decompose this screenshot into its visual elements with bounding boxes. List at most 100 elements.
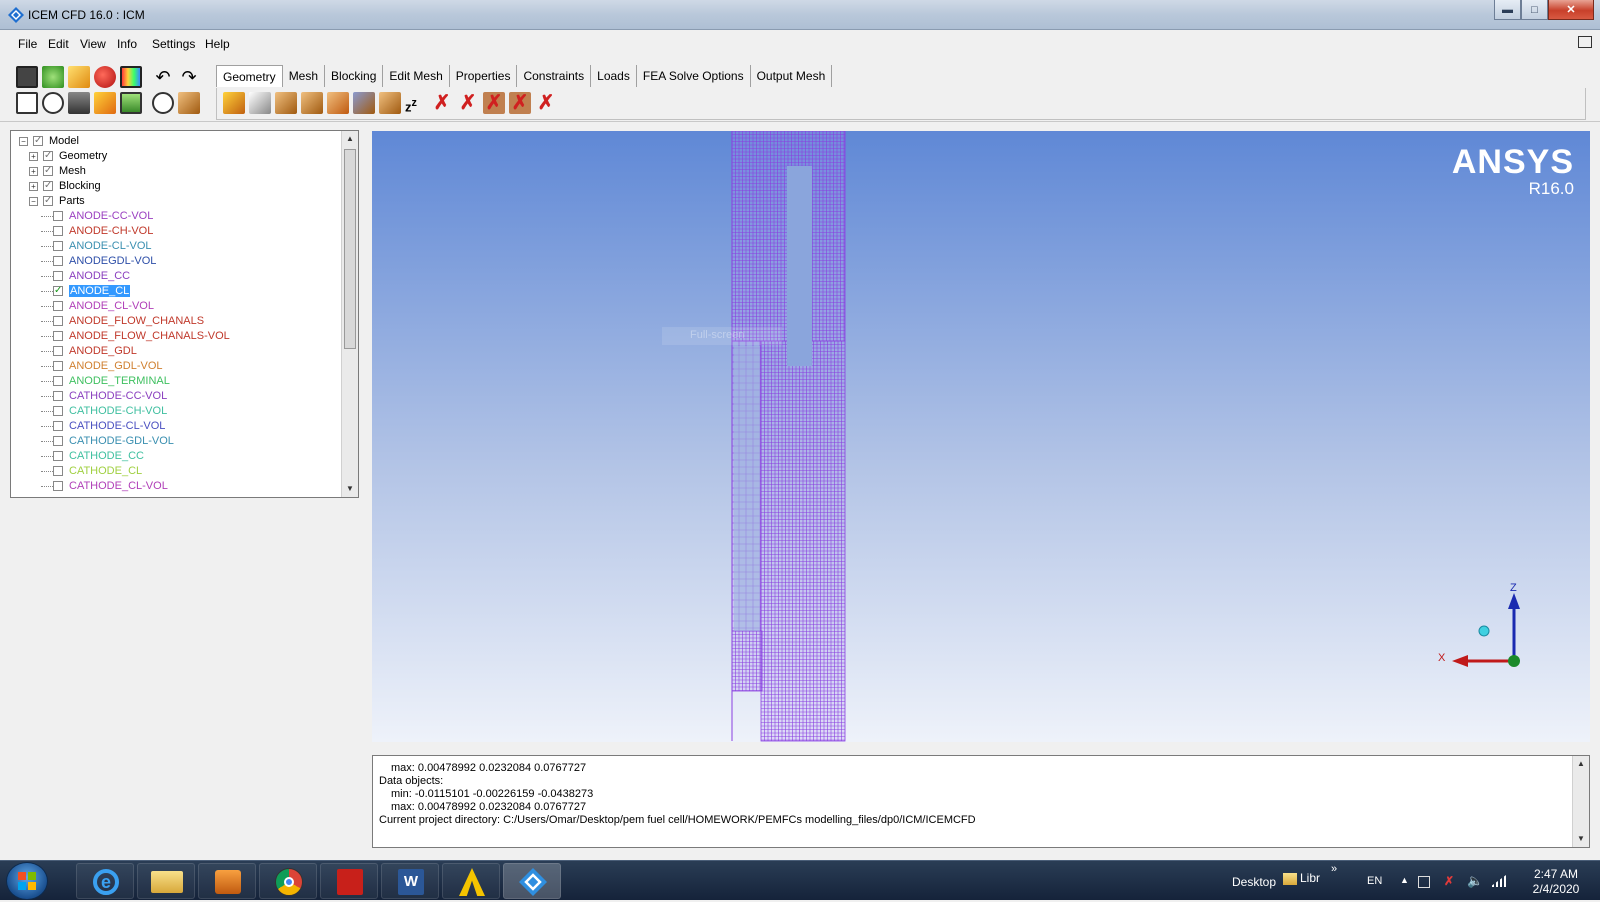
desktop-toolbar-label[interactable]: Desktop	[1232, 875, 1276, 889]
tab-output-mesh[interactable]: Output Mesh	[751, 65, 833, 87]
visibility-checkbox[interactable]: ✓	[33, 136, 43, 146]
delete-point-icon[interactable]: ✗	[431, 92, 453, 114]
tree-node-geometry[interactable]: + ✓ Geometry	[11, 149, 341, 164]
network-signal-icon[interactable]	[1490, 875, 1506, 887]
tree-part-item[interactable]: ANODE_GDL	[11, 344, 341, 359]
wireframe-sphere-icon[interactable]	[152, 92, 174, 114]
visibility-checkbox[interactable]	[53, 406, 63, 416]
libraries-label[interactable]: Libr	[1300, 871, 1320, 885]
visibility-checkbox[interactable]	[53, 271, 63, 281]
tree-part-item[interactable]: CATHODE_CL	[11, 464, 341, 479]
view-box-icon[interactable]	[68, 92, 90, 114]
tab-constraints[interactable]: Constraints	[517, 65, 592, 87]
refresh-icon[interactable]	[42, 66, 64, 88]
message-console[interactable]: max: 0.00478992 0.0232084 0.0767727 Data…	[372, 755, 1590, 848]
tab-geometry[interactable]: Geometry	[216, 65, 283, 87]
tree-part-item[interactable]: ANODE_CL-VOL	[11, 299, 341, 314]
display-options-icon[interactable]	[120, 92, 142, 114]
tab-mesh[interactable]: Mesh	[283, 65, 326, 87]
tree-part-item[interactable]: ✓ ANODE_CL	[11, 284, 341, 299]
tab-edit-mesh[interactable]: Edit Mesh	[383, 65, 450, 87]
visibility-checkbox[interactable]	[53, 466, 63, 476]
delete-any-entity-icon[interactable]: ✗	[535, 92, 557, 114]
taskbar-ie[interactable]: e	[76, 863, 134, 899]
tree-part-item[interactable]: CATHODE-CC-VOL	[11, 389, 341, 404]
visibility-checkbox[interactable]: ✓	[43, 151, 53, 161]
tree-part-item[interactable]: CATHODE_CC	[11, 449, 341, 464]
close-button[interactable]: ✕	[1548, 0, 1594, 20]
create-faces-icon[interactable]	[327, 92, 349, 114]
tree-node-mesh[interactable]: + ✓ Mesh	[11, 164, 341, 179]
zoom-box-icon[interactable]	[42, 92, 64, 114]
taskbar-word[interactable]: W	[381, 863, 439, 899]
tree-part-item[interactable]: ANODE_FLOW_CHANALS	[11, 314, 341, 329]
visibility-checkbox[interactable]: ✓	[43, 166, 53, 176]
tree-part-item[interactable]: ANODE-CC-VOL	[11, 209, 341, 224]
tree-node-blocking[interactable]: + ✓ Blocking	[11, 179, 341, 194]
visibility-checkbox[interactable]	[53, 376, 63, 386]
scroll-up-arrow-icon[interactable]: ▲	[342, 131, 358, 147]
expand-icon[interactable]: +	[29, 182, 38, 191]
menu-settings[interactable]: Settings	[152, 37, 195, 51]
visibility-checkbox[interactable]	[53, 346, 63, 356]
visibility-checkbox[interactable]	[53, 421, 63, 431]
volume-icon[interactable]: 🔈	[1467, 873, 1483, 889]
transform-geometry-icon[interactable]	[379, 92, 401, 114]
repair-geometry-icon[interactable]	[353, 92, 375, 114]
lightning-icon[interactable]	[68, 66, 90, 88]
taskbar-workbench[interactable]	[442, 863, 500, 899]
visibility-checkbox[interactable]	[53, 241, 63, 251]
console-scrollbar[interactable]: ▲ ▼	[1572, 756, 1589, 847]
restore-dormant-icon[interactable]: zz	[405, 92, 427, 114]
measure-distance-icon[interactable]	[94, 92, 116, 114]
tree-part-item[interactable]: ANODE_TERMINAL	[11, 374, 341, 389]
display-shade-icon[interactable]	[94, 66, 116, 88]
taskbar-explorer[interactable]	[137, 863, 195, 899]
fit-window-icon[interactable]	[16, 92, 38, 114]
taskbar-media-player[interactable]	[198, 863, 256, 899]
visibility-checkbox[interactable]: ✓	[53, 286, 63, 296]
tree-part-item[interactable]: CATHODE-CH-VOL	[11, 404, 341, 419]
collapse-icon[interactable]: −	[19, 137, 28, 146]
visibility-checkbox[interactable]: ✓	[43, 181, 53, 191]
maximize-button[interactable]: □	[1521, 0, 1548, 20]
menu-info[interactable]: Info	[117, 37, 137, 51]
menu-edit[interactable]: Edit	[48, 37, 69, 51]
create-point-icon[interactable]	[223, 92, 245, 114]
visibility-checkbox[interactable]	[53, 481, 63, 491]
menu-file[interactable]: File	[18, 37, 37, 51]
device-icon[interactable]	[1418, 876, 1430, 888]
taskbar-icem[interactable]	[503, 863, 561, 899]
redo-icon[interactable]: ↷	[178, 66, 200, 88]
save-icon[interactable]	[16, 66, 38, 88]
tree-part-item[interactable]: ANODEGDL-VOL	[11, 254, 341, 269]
tab-properties[interactable]: Properties	[450, 65, 518, 87]
restore-panel-icon[interactable]	[1578, 36, 1592, 48]
minimize-button[interactable]: ▬	[1494, 0, 1521, 20]
scroll-up-arrow-icon[interactable]: ▲	[1573, 756, 1589, 772]
tree-part-item[interactable]: CATHODE_CL-VOL	[11, 479, 341, 494]
tree-part-item[interactable]: CATHODE-GDL-VOL	[11, 434, 341, 449]
visibility-checkbox[interactable]	[53, 211, 63, 221]
taskbar-acrobat[interactable]	[320, 863, 378, 899]
create-body-icon[interactable]	[301, 92, 323, 114]
menu-view[interactable]: View	[80, 37, 106, 51]
visibility-checkbox[interactable]	[53, 451, 63, 461]
tree-part-item[interactable]: ANODE_CC	[11, 269, 341, 284]
tab-loads[interactable]: Loads	[591, 65, 637, 87]
color-map-icon[interactable]	[120, 66, 142, 88]
visibility-checkbox[interactable]: ✓	[43, 196, 53, 206]
toolbar-chevron[interactable]: »	[1331, 863, 1337, 875]
graphics-viewport[interactable]: Full-screen ANSYS R16.0 Z X	[372, 131, 1590, 742]
tree-part-item[interactable]: CATHODE-CL-VOL	[11, 419, 341, 434]
scroll-down-arrow-icon[interactable]: ▼	[1573, 831, 1589, 847]
visibility-checkbox[interactable]	[53, 361, 63, 371]
visibility-checkbox[interactable]	[53, 436, 63, 446]
tree-node-model[interactable]: − ✓ Model	[11, 134, 341, 149]
tree-scrollbar[interactable]: ▲ ▼	[341, 131, 358, 497]
menu-help[interactable]: Help	[205, 37, 230, 51]
delete-curve-icon[interactable]: ✗	[457, 92, 479, 114]
delete-surface-icon[interactable]: ✗	[483, 92, 505, 114]
delete-body-icon[interactable]: ✗	[509, 92, 531, 114]
visibility-checkbox[interactable]	[53, 226, 63, 236]
